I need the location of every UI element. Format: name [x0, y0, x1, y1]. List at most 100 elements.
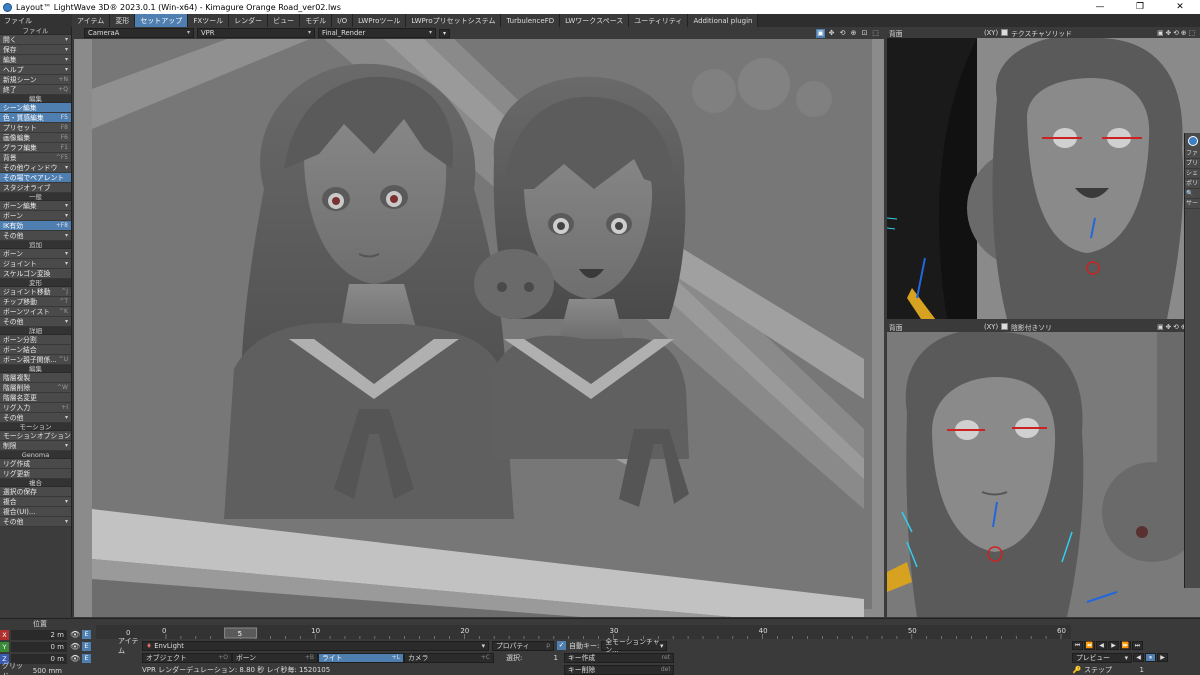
- object-button[interactable]: オブジェクト +O: [142, 652, 232, 663]
- panel-button[interactable]: ボーン編集: [0, 201, 71, 211]
- panel-button[interactable]: 新規シーン +N: [0, 75, 71, 85]
- panel-button[interactable]: ボーン結合: [0, 345, 71, 355]
- tab-0[interactable]: アイテム: [72, 14, 111, 27]
- eye-icon[interactable]: 👁: [70, 642, 80, 651]
- tab-7[interactable]: I/O: [332, 14, 354, 27]
- panel-button[interactable]: IK有効 +F8: [0, 221, 71, 231]
- panel-button[interactable]: ヘルプ: [0, 65, 71, 75]
- panel-button[interactable]: その他ウィンドウ: [0, 163, 71, 173]
- enable-axis-button[interactable]: E: [82, 630, 91, 639]
- panel-button[interactable]: その他: [0, 517, 71, 527]
- timeline[interactable]: 0 0 10 20 30 40 50 60 5: [96, 625, 1071, 639]
- file-menu-button[interactable]: ファイル: [0, 14, 72, 27]
- enable-axis-button[interactable]: E: [82, 654, 91, 663]
- right-top-render-mode[interactable]: テクスチャソリッド: [1011, 28, 1072, 38]
- play-button[interactable]: ▶: [1157, 653, 1168, 662]
- panel-button[interactable]: その他: [0, 231, 71, 241]
- play-reverse-button[interactable]: ◀: [1133, 653, 1144, 662]
- panel-button[interactable]: 開く: [0, 35, 71, 45]
- panel-button[interactable]: 階層削除 ^W: [0, 383, 71, 393]
- prev-key-button[interactable]: ⏪: [1084, 641, 1095, 650]
- panel-button[interactable]: 複合: [0, 497, 71, 507]
- first-frame-button[interactable]: ⏮: [1072, 641, 1083, 650]
- properties-button[interactable]: プロパティ p: [492, 640, 554, 651]
- panel-button[interactable]: リグ作成: [0, 459, 71, 469]
- select-value[interactable]: 1: [530, 654, 558, 662]
- autokey-checkbox[interactable]: ✓: [557, 641, 566, 650]
- float-panel-item[interactable]: シェ: [1185, 169, 1200, 179]
- panel-button[interactable]: グラフ編集 F1: [0, 143, 71, 153]
- render-preset-select[interactable]: Final_Render: [318, 28, 436, 38]
- panel-button[interactable]: 制限: [0, 441, 71, 451]
- eye-icon[interactable]: 👁: [70, 630, 80, 639]
- right-bottom-axis[interactable]: (XY): [984, 323, 998, 331]
- panel-button[interactable]: 選択の保存: [0, 487, 71, 497]
- camera-select[interactable]: CameraA: [84, 28, 194, 38]
- tab-10[interactable]: TurbulenceFD: [501, 14, 561, 27]
- move-view-icon[interactable]: ✥: [827, 29, 836, 38]
- panel-button[interactable]: 保存: [0, 45, 71, 55]
- delete-key-button[interactable]: キー削除 del: [564, 664, 674, 675]
- panel-button[interactable]: 階層名変更: [0, 393, 71, 403]
- panel-button[interactable]: プリセット F8: [0, 123, 71, 133]
- create-key-button[interactable]: キー作成 ret: [564, 652, 674, 663]
- panel-button[interactable]: その場でペアレント: [0, 173, 71, 183]
- panel-button[interactable]: リグ更新: [0, 469, 71, 479]
- main-viewport[interactable]: CameraA VPR Final_Render ▾ ▣ ✥ ⟲ ⊕ ⊡ ⬚: [74, 27, 884, 617]
- item-select[interactable]: ♦ EnvLight ▾: [142, 640, 489, 651]
- grid-size-value[interactable]: 500 mm: [26, 667, 62, 675]
- camera-button[interactable]: カメラ +C: [404, 652, 494, 663]
- light-button[interactable]: ライト +L: [318, 652, 404, 663]
- float-panel-item[interactable]: ポリ: [1185, 179, 1200, 189]
- next-frame-button[interactable]: ▶: [1108, 641, 1119, 650]
- right-bottom-render-mode[interactable]: 陰影付きソリ: [1011, 322, 1052, 332]
- right-top-checkbox[interactable]: [1001, 29, 1009, 36]
- tab-12[interactable]: ユーティリティ: [629, 14, 689, 27]
- tab-5[interactable]: ビュー: [268, 14, 301, 27]
- right-top-viewport[interactable]: 背面 (XY) テクスチャソリッド ▣✥⟲⊕⬚: [887, 27, 1200, 319]
- step-value[interactable]: 1: [1114, 666, 1144, 674]
- panel-button[interactable]: スタジオライブ: [0, 183, 71, 193]
- coord-value-field[interactable]: 0 m: [11, 641, 67, 652]
- panel-button[interactable]: その他: [0, 413, 71, 423]
- float-panel-item[interactable]: ファ: [1185, 149, 1200, 159]
- tab-3[interactable]: FXツール: [188, 14, 230, 27]
- camera-view-icon[interactable]: ▣: [816, 28, 825, 38]
- maximize-view-icon[interactable]: ⬚: [871, 29, 880, 38]
- zoom-view-icon[interactable]: ⊕: [849, 29, 858, 38]
- tab-8[interactable]: LWProツール: [353, 14, 407, 27]
- autokey-select[interactable]: 全モーションチャン... ▾: [601, 638, 668, 654]
- panel-button[interactable]: リグ入力 +I: [0, 403, 71, 413]
- panel-button[interactable]: ボーン分割: [0, 335, 71, 345]
- tab-2[interactable]: セットアップ: [135, 14, 189, 27]
- next-key-button[interactable]: ⏩: [1120, 641, 1131, 650]
- tab-4[interactable]: レンダー: [229, 14, 269, 27]
- panel-button[interactable]: モーションオプションB: [0, 431, 71, 441]
- panel-button[interactable]: 編集: [0, 55, 71, 65]
- pause-button[interactable]: ⏸: [1145, 653, 1156, 662]
- panel-button[interactable]: 階層複製: [0, 373, 71, 383]
- tab-13[interactable]: Additional plugin: [688, 14, 759, 27]
- panel-button[interactable]: ボーンツイスト ^K: [0, 307, 71, 317]
- view-mode-select[interactable]: VPR: [197, 28, 315, 38]
- right-bottom-canvas[interactable]: [887, 332, 1200, 617]
- rotate-view-icon[interactable]: ⟲: [838, 29, 847, 38]
- eye-icon[interactable]: 👁: [70, 654, 80, 663]
- float-panel-item[interactable]: 🔍: [1185, 189, 1200, 199]
- right-bottom-viewport[interactable]: 背面 (XY) 陰影付きソリ ▣✥⟲⊕⬚: [887, 321, 1200, 617]
- main-render-canvas[interactable]: [74, 39, 884, 617]
- panel-button[interactable]: ジョイント: [0, 259, 71, 269]
- key-lock-icon[interactable]: 🔑: [1072, 666, 1082, 674]
- tab-11[interactable]: LWワークスペース: [560, 14, 630, 27]
- preview-select[interactable]: プレビュー ▾: [1072, 652, 1132, 663]
- tab-6[interactable]: モデル: [300, 14, 333, 27]
- panel-button[interactable]: スケルゴン変換: [0, 269, 71, 279]
- panel-button[interactable]: ボーン: [0, 211, 71, 221]
- panel-button[interactable]: 画像編集 F6: [0, 133, 71, 143]
- panel-button[interactable]: ジョイント移動 ^J: [0, 287, 71, 297]
- panel-button[interactable]: 色・質感編集 F5: [0, 113, 71, 123]
- panel-button[interactable]: その他: [0, 317, 71, 327]
- panel-button[interactable]: ボーン親子関係... ^U: [0, 355, 71, 365]
- tab-1[interactable]: 変形: [110, 14, 136, 27]
- panel-button[interactable]: シーン編集: [0, 103, 71, 113]
